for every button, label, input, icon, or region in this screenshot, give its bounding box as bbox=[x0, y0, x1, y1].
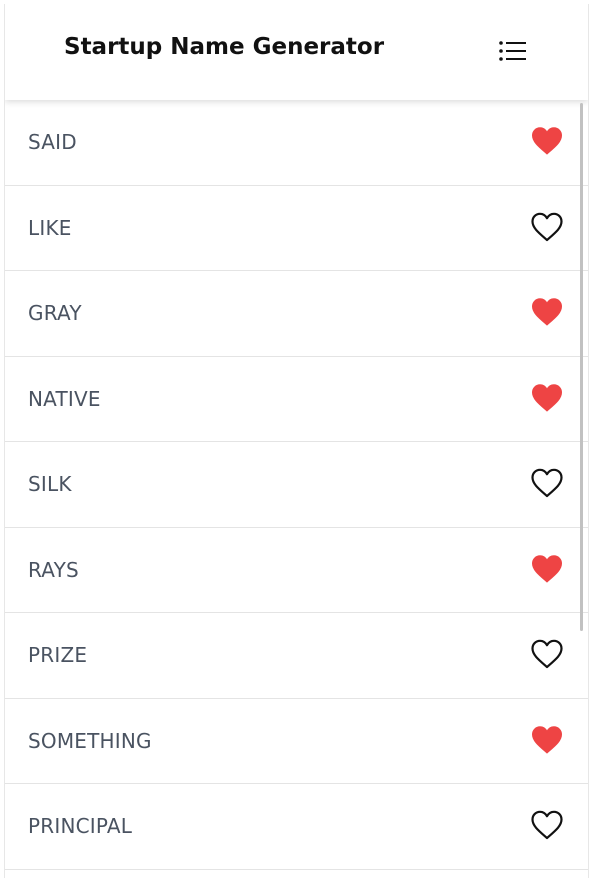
list-item[interactable]: RAYS bbox=[5, 528, 588, 613]
favorite-button[interactable] bbox=[530, 724, 564, 756]
heart-filled-icon bbox=[532, 127, 562, 155]
list-item-label: GRAY bbox=[28, 301, 82, 325]
heart-outline-icon bbox=[531, 468, 563, 498]
list-item[interactable]: SILK bbox=[5, 442, 588, 528]
heart-filled-icon bbox=[532, 554, 562, 582]
list-item[interactable]: PRINCIPAL bbox=[5, 784, 588, 870]
favorite-button[interactable] bbox=[530, 467, 564, 499]
scrollbar[interactable] bbox=[580, 103, 583, 631]
page-title: Startup Name Generator bbox=[64, 34, 385, 60]
heart-outline-icon bbox=[531, 639, 563, 669]
list-item-label: SILK bbox=[28, 472, 72, 496]
saved-list-button[interactable] bbox=[494, 34, 532, 68]
list-item[interactable]: SOMETHING bbox=[5, 699, 588, 784]
list-item-label: NATIVE bbox=[28, 386, 101, 411]
list-item-label: RAYS bbox=[28, 557, 79, 582]
heart-filled-icon bbox=[532, 298, 562, 326]
favorite-button[interactable] bbox=[530, 382, 564, 414]
heart-filled-icon bbox=[532, 725, 562, 753]
favorite-button[interactable] bbox=[530, 809, 564, 841]
favorite-button[interactable] bbox=[530, 553, 564, 585]
list-item[interactable]: SAID bbox=[5, 100, 588, 186]
list-item-label: PRINCIPAL bbox=[28, 814, 133, 838]
heart-outline-icon bbox=[531, 810, 563, 840]
list-item[interactable]: PRIZE bbox=[5, 613, 588, 699]
list-item-label: SOMETHING bbox=[28, 728, 152, 753]
favorite-button[interactable] bbox=[530, 211, 564, 243]
favorite-button[interactable] bbox=[530, 125, 564, 157]
favorite-button[interactable] bbox=[530, 296, 564, 328]
app-bar: Startup Name Generator bbox=[5, 4, 588, 100]
list-item-label: SAID bbox=[28, 130, 77, 154]
list-item-label: LIKE bbox=[28, 215, 72, 240]
list-item[interactable]: LIKE bbox=[5, 186, 588, 271]
heart-outline-icon bbox=[531, 212, 563, 241]
list-item-label: PRIZE bbox=[28, 643, 88, 667]
favorite-button[interactable] bbox=[530, 638, 564, 670]
name-list: SAID LIKE GRAY NATIVE SILK RAYS PRIZE SOMETHING… bbox=[5, 100, 588, 870]
list-item[interactable]: NATIVE bbox=[5, 357, 588, 442]
heart-filled-icon bbox=[532, 383, 562, 411]
list-icon bbox=[499, 41, 526, 61]
app-frame: Startup Name Generator SAID LIKE GRAY NATIV… bbox=[4, 4, 589, 878]
list-item[interactable]: GRAY bbox=[5, 271, 588, 357]
